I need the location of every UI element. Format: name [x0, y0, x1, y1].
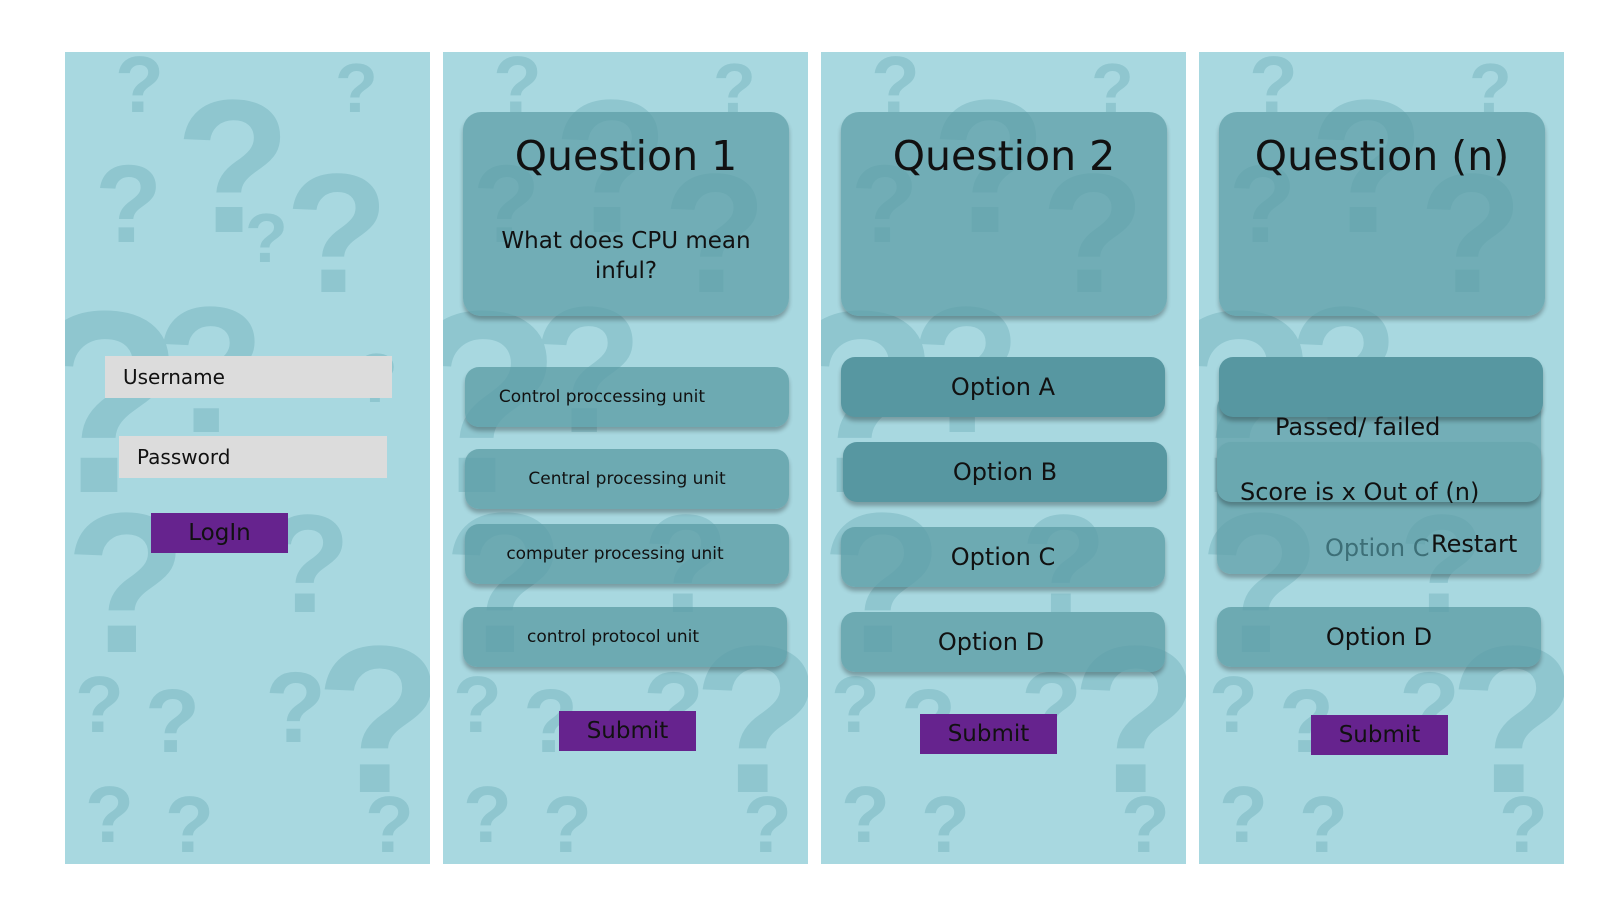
password-field[interactable]: Password	[119, 436, 387, 478]
option-c-label: Option C	[1325, 534, 1430, 562]
question-card: Question 1 What does CPU mean inful?	[463, 112, 789, 316]
svg-text:?: ?	[841, 770, 890, 859]
question-card: Question 2	[841, 112, 1167, 316]
question-2-screen: ? ? ? ? ? ? ? ? ? ? ? ? ? ? ? ? Question…	[821, 52, 1186, 864]
question-card: Question (n)	[1219, 112, 1545, 316]
submit-button[interactable]: Submit	[559, 711, 696, 751]
login-screen: ? ? ? ? ? ? ? ? ? ? ? ? ? ? ? ? ? ? User…	[65, 52, 430, 864]
svg-text:?: ?	[75, 660, 124, 749]
svg-text:?: ?	[453, 660, 502, 749]
svg-text:?: ?	[1299, 780, 1348, 864]
svg-text:?: ?	[95, 143, 162, 266]
question-title: Question 1	[514, 132, 738, 180]
submit-button[interactable]: Submit	[920, 714, 1057, 754]
score-text: Score is x Out of (n)	[1240, 478, 1480, 506]
svg-text:?: ?	[365, 780, 414, 864]
svg-text:?: ?	[463, 770, 512, 859]
svg-text:?: ?	[743, 780, 792, 864]
username-field[interactable]: Username	[105, 356, 392, 398]
option-d-button[interactable]: Option D	[841, 612, 1165, 672]
svg-text:?: ?	[831, 660, 880, 749]
restart-button[interactable]: Restart	[1431, 530, 1517, 558]
option-d-button[interactable]: control protocol unit	[463, 607, 787, 667]
option-b-button[interactable]: Option B	[843, 442, 1167, 502]
svg-text:?: ?	[245, 199, 288, 277]
svg-text:?: ?	[165, 780, 214, 864]
question-n-screen: ? ? ? ? ? ? ? ? ? ? ? ? ? ? ? ? Question…	[1199, 52, 1564, 864]
question-title: Question 2	[892, 132, 1116, 180]
option-a-button[interactable]: Control proccessing unit	[465, 367, 789, 427]
option-a-button[interactable]: Option A	[841, 357, 1165, 417]
svg-text:?: ?	[1209, 660, 1258, 749]
submit-button[interactable]: Submit	[1311, 715, 1448, 755]
option-c-button[interactable]: Option C	[841, 527, 1165, 587]
question-text: What does CPU mean inful?	[501, 228, 751, 284]
svg-text:?: ?	[543, 780, 592, 864]
svg-text:?: ?	[1121, 780, 1170, 864]
login-button[interactable]: LogIn	[151, 513, 288, 553]
svg-text:?: ?	[115, 52, 164, 129]
option-b-button[interactable]: Central processing unit	[465, 449, 789, 509]
question-title: Question (n)	[1254, 132, 1510, 180]
svg-text:?: ?	[145, 672, 200, 772]
svg-text:?: ?	[921, 780, 970, 864]
option-d-button[interactable]: Option D	[1217, 607, 1541, 667]
question-1-screen: ? ? ? ? ? ? ? ? ? ? ? ? ? ? ? ? Question…	[443, 52, 808, 864]
svg-text:?: ?	[1219, 770, 1268, 859]
result-status-text: Passed/ failed	[1275, 413, 1441, 441]
option-c-button[interactable]: computer processing unit	[465, 524, 789, 584]
result-header-bar	[1219, 357, 1543, 417]
svg-text:?: ?	[285, 139, 389, 329]
svg-text:?: ?	[1499, 780, 1548, 864]
svg-text:?: ?	[335, 52, 378, 127]
svg-text:?: ?	[85, 770, 134, 859]
